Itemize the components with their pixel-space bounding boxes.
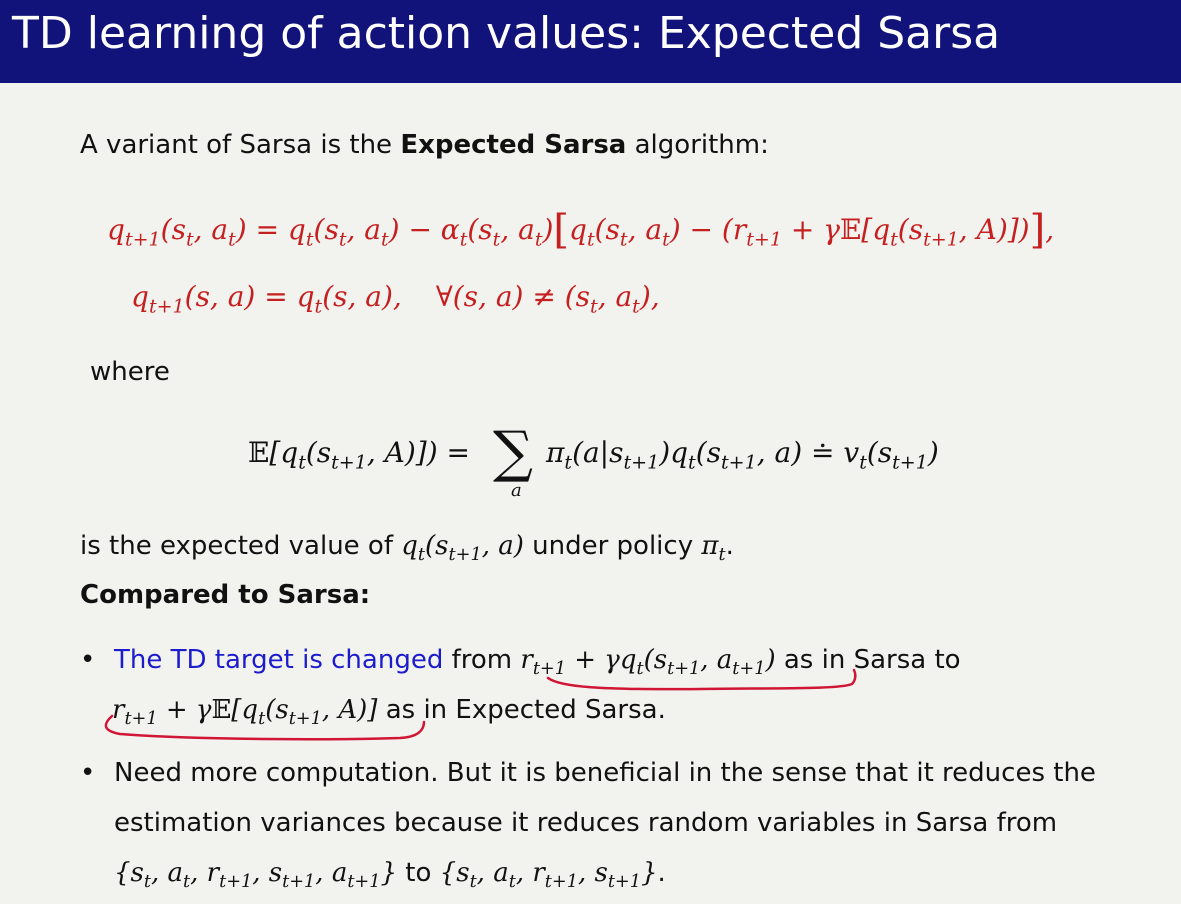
underline-expected-target — [104, 714, 426, 741]
annotation-layer — [104, 668, 857, 741]
underline-sarsa-target — [546, 668, 857, 691]
